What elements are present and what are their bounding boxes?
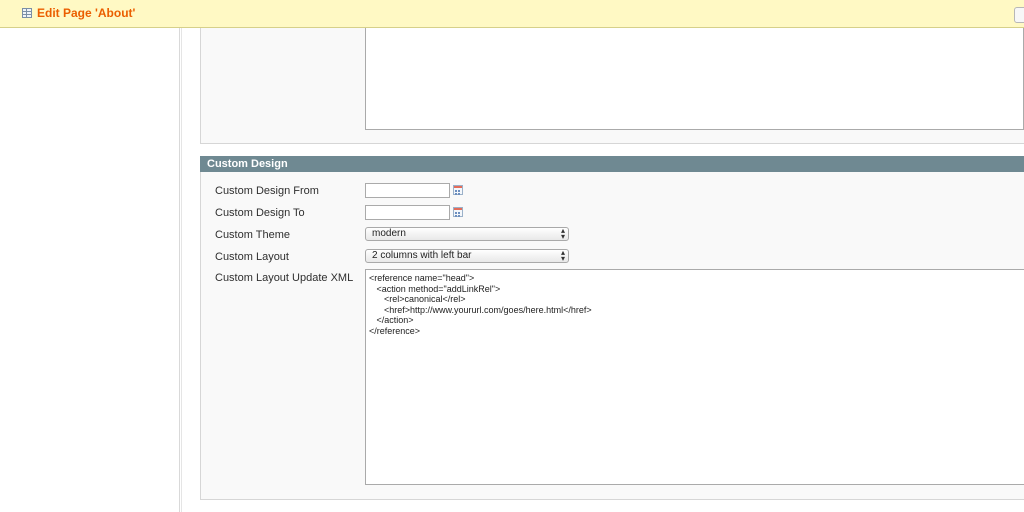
custom-design-to-label: Custom Design To [215,207,305,219]
custom-design-from-label: Custom Design From [215,185,319,197]
custom-theme-select[interactable]: modern ▴ ▾ [365,227,569,241]
xml-line: <rel>canonical</rel> [369,294,466,304]
calendar-icon[interactable] [453,185,463,195]
custom-theme-value: modern [372,228,406,239]
xml-line: <reference name="head"> [369,273,475,283]
custom-layout-value: 2 columns with left bar [372,250,472,261]
xml-line: </action> [369,315,414,325]
custom-layout-select[interactable]: 2 columns with left bar ▴ ▾ [365,249,569,263]
calendar-icon[interactable] [453,207,463,217]
custom-design-from-input[interactable] [365,183,450,198]
page-header: Edit Page 'About' [0,0,1024,28]
select-arrows-icon: ▴ ▾ [560,248,565,263]
left-sidebar [0,28,182,512]
custom-theme-label: Custom Theme [215,229,290,241]
custom-layout-xml-label: Custom Layout Update XML [215,272,354,284]
page-title: Edit Page 'About' [37,6,136,20]
grid-icon [22,8,32,18]
xml-line: <action method="addLinkRel"> [369,283,501,294]
custom-layout-xml-textarea[interactable]: <reference name="head"> <action method="… [365,269,1024,485]
content-textarea[interactable] [365,28,1024,130]
section-header-custom-design: Custom Design [200,156,1024,172]
xml-line: <href>http://www.yoururl.com/goes/here.h… [369,304,592,315]
select-arrows-icon: ▴ ▾ [560,226,565,241]
custom-design-to-input[interactable] [365,205,450,220]
xml-line: </reference> [369,325,421,336]
header-action-button[interactable] [1014,7,1024,23]
custom-layout-label: Custom Layout [215,251,289,263]
